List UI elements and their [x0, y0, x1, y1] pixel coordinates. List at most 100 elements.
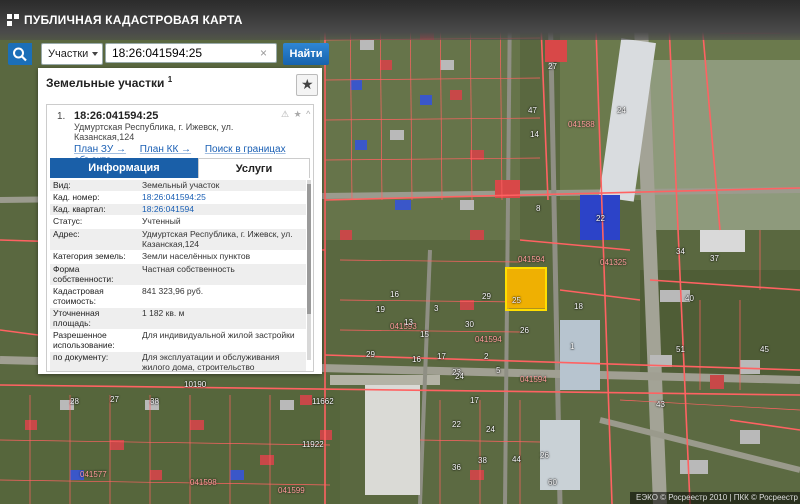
attr-key: по документу: — [53, 352, 109, 362]
attr-value: Частная собственность — [142, 264, 235, 274]
panel-title-count: 1 — [167, 75, 173, 84]
parcel-label: 29 — [482, 292, 491, 301]
tab-info[interactable]: Информация — [50, 158, 198, 178]
search-toggle-button[interactable] — [8, 43, 32, 65]
parcel-label: 24 — [617, 106, 626, 115]
app-title: ПУБЛИЧНАЯ КАДАСТРОВАЯ КАРТА — [24, 13, 243, 27]
parcel-label: 44 — [512, 455, 521, 464]
table-row: по документу: Для эксплуатации и обслужи… — [50, 352, 306, 372]
attributes-scrollbar[interactable] — [307, 180, 311, 360]
quarter-label: 041598 — [190, 478, 217, 487]
attributes-table: Вид: Земельный участок Кад. номер: 18:26… — [50, 180, 306, 372]
parcel-label: 51 — [676, 345, 685, 354]
panel-title-text: Земельные участки — [46, 76, 165, 90]
parcel-label: 8 — [536, 204, 541, 213]
search-type-select[interactable]: Участки — [41, 43, 103, 65]
result-cad-number[interactable]: 18:26:041594:25 — [74, 110, 158, 122]
result-number: 1. — [57, 111, 66, 122]
parcel-label: 11662 — [312, 397, 334, 406]
attr-value: Удмуртская Республика, г. Ижевск, ул. Ка… — [142, 229, 293, 249]
parcel-label: 43 — [656, 400, 665, 409]
parcel-label: 2 — [484, 352, 489, 361]
result-address: Удмуртская Республика, г. Ижевск, ул. Ка… — [74, 122, 234, 142]
table-row: Категория земель: Земли населённых пункт… — [50, 251, 306, 264]
parcel-label: 22 — [596, 214, 605, 223]
tab-bar: Информация Услуги — [50, 158, 310, 178]
parcel-label: 30 — [465, 320, 474, 329]
search-input[interactable] — [105, 43, 277, 63]
attr-value: Земельный участок — [142, 180, 220, 190]
table-row: Адрес: Удмуртская Республика, г. Ижевск,… — [50, 229, 306, 251]
table-row: Вид: Земельный участок — [50, 180, 306, 192]
scrollbar-thumb[interactable] — [307, 184, 311, 314]
attr-key: Кадастровая стоимость: — [53, 286, 104, 306]
attr-value: Учтенный — [142, 216, 181, 226]
tab-services[interactable]: Услуги — [198, 158, 310, 178]
table-row: Разрешенное использование: Для индивидуа… — [50, 330, 306, 352]
attr-key: Уточненная площадь: — [53, 308, 100, 328]
star-icon: ★ — [301, 76, 314, 92]
parcel-label: 10190 — [184, 380, 207, 389]
attr-value: Для эксплуатации и обслуживания жилого д… — [142, 352, 280, 372]
table-row: Кадастровая стоимость: 841 323,96 руб. — [50, 286, 306, 308]
parcel-label: 37 — [710, 254, 719, 263]
table-row: Статус: Учтенный — [50, 216, 306, 229]
parcel-label: 14 — [530, 130, 539, 139]
chevron-down-icon — [92, 52, 98, 56]
clear-icon[interactable]: × — [260, 47, 267, 59]
attr-key: Форма собственности: — [53, 264, 114, 284]
parcel-label: 27 — [110, 395, 119, 404]
parcel-label: 38 — [478, 456, 487, 465]
attr-value: 1 182 кв. м — [142, 308, 185, 318]
parcel-label: 1 — [570, 342, 575, 351]
parcel-label: 3 — [434, 304, 439, 313]
attr-value: 841 323,96 руб. — [142, 286, 204, 296]
results-panel: Земельные участки 1 ★ 1. 18:26:041594:25… — [38, 68, 322, 374]
attr-key: Разрешенное использование: — [53, 330, 115, 350]
plan-kk-link[interactable]: План КК → — [140, 144, 191, 155]
parcel-label: 27 — [548, 62, 557, 71]
map-copyright: ЕЭКО © Росреестр 2010 | ПКК © Росреестр — [630, 492, 800, 504]
parcel-label: 38 — [150, 397, 159, 406]
result-card: 1. 18:26:041594:25 ⚠ ★ ^ Удмуртская Респ… — [46, 104, 314, 372]
quarter-label: 041594 — [518, 255, 545, 264]
attr-key: Категория земель: — [53, 251, 126, 261]
parcel-label: 26 — [520, 326, 529, 335]
parcel-label: 13 — [404, 318, 413, 327]
attr-value[interactable]: 18:26:041594 — [142, 204, 302, 215]
search-icon — [13, 47, 27, 62]
plan-zu-link[interactable]: План ЗУ → — [74, 144, 126, 155]
table-row: Форма собственности: Частная собственнос… — [50, 264, 306, 286]
favorite-button[interactable]: ★ — [296, 74, 318, 96]
attr-key: Кад. квартал: — [53, 204, 106, 214]
parcel-label: 16 — [412, 355, 421, 364]
table-row: Кад. номер: 18:26:041594:25 — [50, 192, 306, 204]
quarter-label: 041599 — [278, 486, 305, 495]
table-row: Кад. квартал: 18:26:041594 — [50, 204, 306, 216]
parcel-label: 19 — [376, 305, 385, 314]
search-button[interactable]: Найти — [283, 43, 329, 65]
parcel-label: 11922 — [302, 440, 324, 449]
quarter-label: 041594 — [520, 375, 547, 384]
attr-key: Вид: — [53, 180, 71, 190]
attr-key: Адрес: — [53, 229, 80, 239]
result-action-icons[interactable]: ⚠ ★ ^ — [281, 109, 311, 120]
parcel-label: 45 — [760, 345, 769, 354]
attr-value: Для индивидуальной жилой застройки — [142, 330, 295, 340]
parcel-label: 34 — [676, 247, 685, 256]
attr-value[interactable]: 18:26:041594:25 — [142, 192, 302, 203]
parcel-label: 47 — [528, 106, 537, 115]
search-type-label: Участки — [48, 48, 89, 60]
parcel-label: 15 — [420, 330, 429, 339]
parcel-label: 18 — [574, 302, 583, 311]
parcel-label: 28 — [70, 397, 79, 406]
attr-key: Статус: — [53, 216, 83, 226]
quarter-label: 041594 — [475, 335, 502, 344]
parcel-label: 22 — [452, 420, 461, 429]
parcel-label: 36 — [452, 463, 461, 472]
attr-key: Кад. номер: — [53, 192, 100, 202]
quarter-label: 041325 — [600, 258, 627, 267]
quarter-label: 041588 — [568, 120, 595, 129]
top-bar: ПУБЛИЧНАЯ КАДАСТРОВАЯ КАРТА — [0, 0, 800, 40]
parcel-label: 40 — [685, 294, 694, 303]
